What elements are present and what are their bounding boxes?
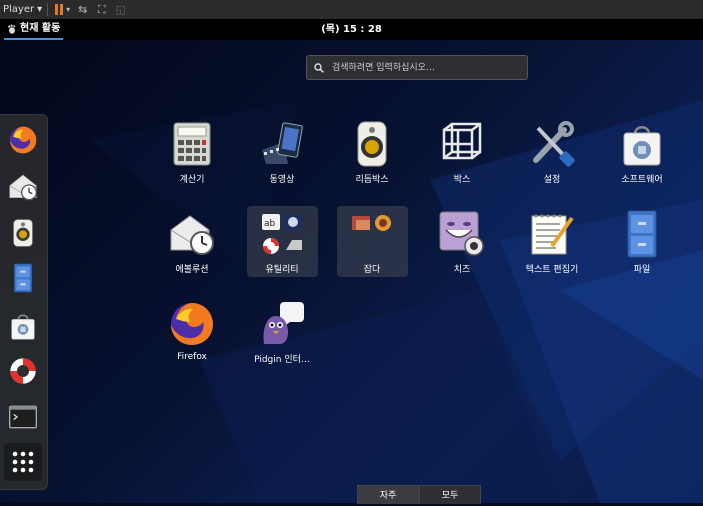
firefox-icon — [171, 303, 213, 345]
calculator-icon — [173, 122, 211, 166]
tab-frequent[interactable]: 자주 — [357, 485, 419, 504]
video-icon — [262, 122, 303, 164]
app-boxes[interactable]: 박스 — [419, 120, 505, 185]
firefox-icon — [9, 126, 37, 154]
gnome-top-bar: 현재 활동 (목) 15 : 28 — [0, 19, 703, 40]
dash-evolution[interactable] — [7, 171, 39, 203]
app-files[interactable]: 파일 — [599, 210, 685, 275]
app-utilities-folder[interactable]: ab 유틸리티 — [239, 210, 325, 275]
app-videos[interactable]: 동영상 — [239, 120, 325, 185]
toolbar-divider — [47, 3, 49, 16]
file-cabinet-icon — [14, 263, 32, 293]
app-label: Pidgin 인터… — [254, 355, 310, 365]
pause-icon[interactable] — [55, 4, 64, 15]
player-menu-button[interactable]: Player ▾ — [0, 4, 42, 15]
terminal-icon — [9, 405, 37, 429]
dash-help[interactable] — [7, 355, 39, 387]
app-label: 잡다 — [363, 265, 381, 275]
chevron-down-icon: ▾ — [37, 4, 43, 15]
dash-files[interactable] — [7, 262, 39, 294]
app-firefox[interactable]: Firefox — [149, 300, 235, 362]
boxes-icon — [442, 122, 482, 160]
app-label: 계산기 — [179, 175, 205, 185]
dash-panel — [0, 114, 48, 490]
view-switcher: 자주 모두 — [357, 485, 481, 504]
file-cabinet-icon — [627, 210, 657, 258]
app-label: 치즈 — [453, 265, 471, 275]
chevron-down-icon[interactable]: ▾ — [66, 5, 70, 14]
rhythmbox-icon — [13, 219, 33, 247]
cheese-icon — [439, 211, 484, 256]
dash-rhythmbox[interactable] — [7, 217, 39, 249]
search-icon — [314, 62, 324, 73]
activities-label: 현재 활동 — [20, 23, 61, 34]
app-label: 소프트웨어 — [621, 175, 663, 185]
app-evolution[interactable]: 에볼루션 — [149, 210, 235, 275]
search-box[interactable] — [306, 55, 528, 80]
app-text-editor[interactable]: 텍스트 편집기 — [509, 210, 595, 275]
app-settings[interactable]: 설정 — [509, 120, 595, 185]
software-bag-icon — [623, 126, 661, 166]
app-pidgin[interactable]: Pidgin 인터… — [239, 300, 325, 365]
rhythmbox-icon — [357, 121, 387, 167]
svg-text:ab: ab — [264, 219, 276, 229]
app-sundry-folder[interactable]: 잡다 — [329, 210, 415, 275]
player-menu-label: Player — [3, 4, 35, 15]
app-label: 박스 — [453, 175, 471, 185]
software-bag-icon — [11, 314, 35, 340]
sundry-folder-icon — [352, 215, 391, 231]
app-cheese[interactable]: 치즈 — [419, 210, 505, 275]
app-label: 설정 — [543, 175, 561, 185]
clock-button[interactable]: (목) 15 : 28 — [321, 24, 382, 35]
text-editor-icon — [531, 214, 574, 255]
dash-terminal[interactable] — [7, 401, 39, 433]
evolution-icon — [170, 215, 214, 255]
settings-tools-icon — [533, 121, 575, 167]
search-input[interactable] — [330, 61, 524, 74]
app-rhythmbox[interactable]: 리듬박스 — [329, 120, 415, 185]
app-label: 파일 — [633, 265, 651, 275]
app-label: 동영상 — [269, 175, 295, 185]
player-toolbar: Player ▾ ▾ ⇆ ⛶ ◱ — [0, 0, 703, 20]
app-label: 리듬박스 — [355, 175, 389, 185]
tab-all[interactable]: 모두 — [419, 485, 481, 504]
send-keys-icon[interactable]: ⇆ — [76, 3, 89, 16]
activities-button[interactable]: 현재 활동 — [4, 19, 64, 40]
dash-firefox[interactable] — [7, 124, 39, 156]
app-label: 유틸리티 — [265, 265, 299, 275]
unity-mode-icon[interactable]: ◱ — [114, 3, 127, 16]
show-applications-button[interactable] — [4, 443, 42, 481]
fullscreen-icon[interactable]: ⛶ — [95, 3, 108, 16]
gnome-foot-icon — [8, 24, 16, 34]
lifebuoy-icon — [10, 358, 36, 384]
utilities-folder-icon: ab — [262, 214, 302, 254]
evolution-icon — [9, 174, 37, 201]
app-label: 텍스트 편집기 — [525, 265, 579, 275]
app-software[interactable]: 소프트웨어 — [599, 120, 685, 185]
dash-software[interactable] — [7, 310, 39, 342]
app-label: Firefox — [177, 352, 207, 362]
app-label: 에볼루션 — [175, 265, 209, 275]
pidgin-icon — [263, 302, 304, 344]
app-calculator[interactable]: 계산기 — [149, 120, 235, 185]
grid-icon — [12, 451, 34, 473]
